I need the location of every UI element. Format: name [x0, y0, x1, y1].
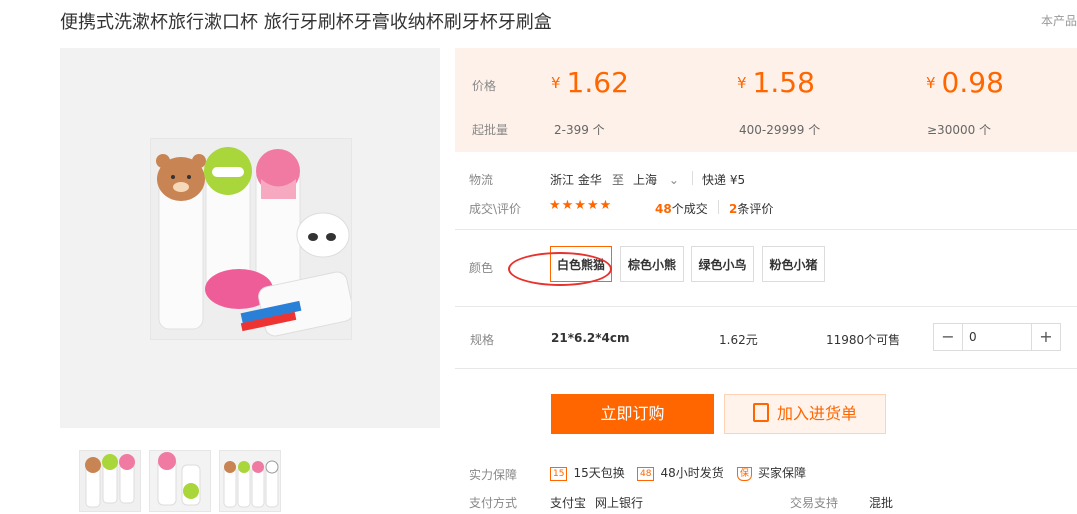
- product-illustration: [151, 139, 351, 339]
- express-fee: 快递 ¥5: [702, 173, 746, 187]
- buy-now-button[interactable]: 立即订购: [551, 394, 714, 434]
- price-value: 0.98: [941, 66, 1004, 99]
- tier-price-1: ¥1.62: [551, 66, 629, 99]
- tier-range-2: 400-29999 个: [739, 123, 821, 137]
- currency-symbol: ¥: [551, 74, 561, 92]
- price-value: 1.62: [566, 66, 629, 99]
- moq-label: 起批量: [472, 123, 509, 137]
- quantity-stepper[interactable]: − +: [933, 323, 1061, 351]
- guarantee-exchange[interactable]: 15 15天包换: [550, 464, 625, 481]
- review-count-link[interactable]: 2条评价: [729, 200, 773, 217]
- review-suffix: 条评价: [737, 202, 774, 216]
- payment-method-bank: 网上银行: [595, 496, 644, 510]
- payment-method-alipay: 支付宝: [550, 496, 587, 510]
- color-option-brown-bear[interactable]: 棕色小熊: [620, 246, 684, 282]
- product-title: 便携式洗漱杯旅行漱口杯 旅行牙刷杯牙膏收纳杯刷牙杯牙刷盒: [60, 12, 552, 33]
- rating-stars: ★★★★★: [549, 198, 613, 213]
- guarantee-text: 买家保障: [758, 466, 807, 480]
- guarantee-shipping[interactable]: 48 48小时发货: [637, 464, 724, 481]
- guarantee-text: 15天包换: [573, 466, 625, 480]
- add-to-cart-button[interactable]: 加入进货单: [724, 394, 886, 434]
- color-label: 颜色: [469, 261, 494, 275]
- spec-label: 规格: [470, 333, 495, 347]
- spec-size: 21*6.2*4cm: [551, 331, 630, 345]
- divider: [455, 229, 1077, 230]
- increment-button[interactable]: +: [1032, 324, 1060, 350]
- main-image-panel[interactable]: [60, 48, 440, 428]
- thumbnail-image: [220, 451, 280, 511]
- color-option-green-bird[interactable]: 绿色小鸟: [691, 246, 754, 282]
- corner-label[interactable]: 本产品: [1041, 12, 1077, 29]
- chevron-down-icon: ⌄: [668, 173, 679, 187]
- clipboard-icon: [752, 403, 769, 422]
- spec-stock: 11980个可售: [826, 333, 901, 347]
- divider: [455, 306, 1077, 307]
- thumbnail-3[interactable]: [219, 450, 281, 512]
- shield-icon: 保: [737, 466, 753, 481]
- thumbnail-2[interactable]: [149, 450, 211, 512]
- deal-count: 48: [655, 202, 672, 216]
- origin-location: 浙江 金华: [550, 173, 602, 187]
- destination-value: 上海: [633, 173, 658, 187]
- price-value: 1.58: [752, 66, 815, 99]
- deal-count-link[interactable]: 48个成交: [655, 200, 708, 217]
- trade-support-label: 交易支持: [790, 496, 839, 510]
- product-photo[interactable]: [150, 138, 352, 340]
- price-label: 价格: [472, 79, 497, 93]
- add-to-cart-label: 加入进货单: [776, 404, 857, 423]
- tier-price-3: ¥0.98: [926, 66, 1004, 99]
- tier-range-1: 2-399 个: [554, 123, 605, 137]
- guarantee-text: 48小时发货: [660, 466, 724, 480]
- thumbnail-1[interactable]: [79, 450, 141, 512]
- decrement-button[interactable]: −: [934, 324, 962, 350]
- trade-support-value: 混批: [869, 496, 894, 510]
- destination-select[interactable]: 上海 ⌄: [633, 171, 679, 188]
- currency-symbol: ¥: [926, 74, 936, 92]
- divider: [692, 171, 693, 185]
- thumbnail-image: [150, 451, 210, 511]
- divider: [718, 200, 719, 214]
- shipping-48-icon: 48: [637, 466, 655, 481]
- selection-circle-annotation: [508, 252, 612, 286]
- guarantee-buyer[interactable]: 保买家保障: [737, 464, 806, 481]
- logistics-label: 物流: [469, 173, 494, 187]
- currency-symbol: ¥: [737, 74, 747, 92]
- tier-price-2: ¥1.58: [737, 66, 815, 99]
- spec-price: 1.62元: [719, 333, 758, 347]
- deal-suffix: 个成交: [671, 202, 708, 216]
- exchange-15-icon: 15: [550, 466, 568, 481]
- guarantee-label: 实力保障: [469, 468, 518, 482]
- tier-range-3: ≥30000 个: [927, 123, 992, 137]
- deals-label: 成交\评价: [469, 202, 522, 216]
- color-option-pink-pig[interactable]: 粉色小猪: [762, 246, 825, 282]
- thumbnail-image: [80, 451, 140, 511]
- quantity-input[interactable]: [962, 324, 1032, 350]
- divider: [455, 368, 1077, 369]
- payment-label: 支付方式: [469, 496, 518, 510]
- to-text: 至: [612, 173, 625, 187]
